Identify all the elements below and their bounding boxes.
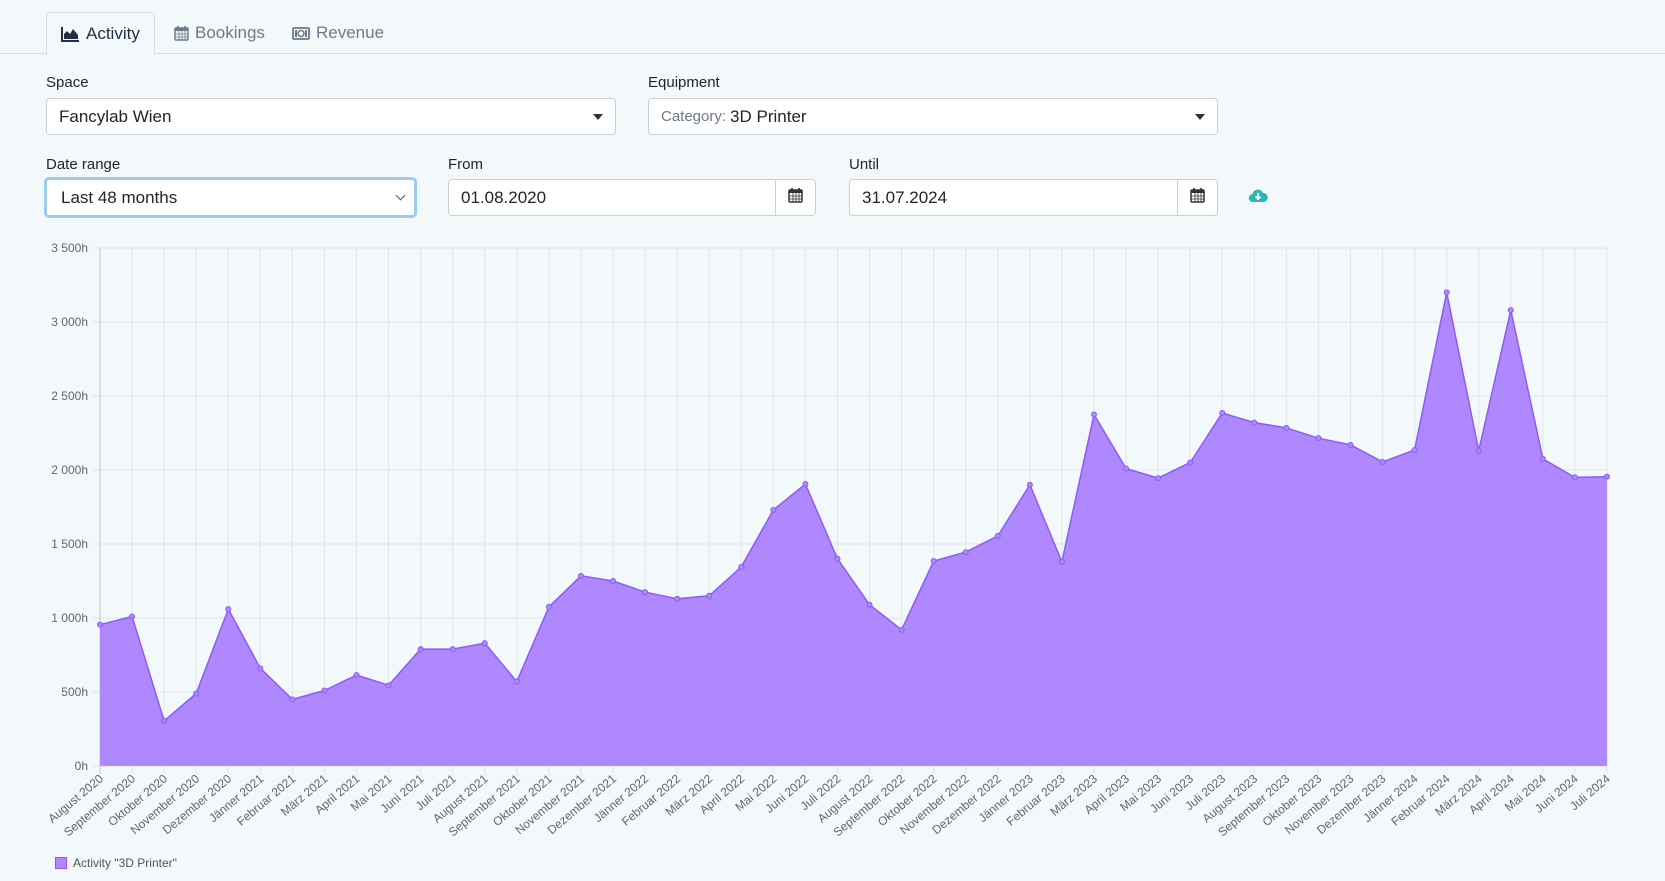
from-calendar-button[interactable] (775, 180, 815, 215)
chart-legend[interactable]: Activity "3D Printer" (55, 856, 177, 870)
tab-label: Activity (86, 23, 140, 43)
data-point (642, 589, 649, 596)
date-range-value: Last 48 months (61, 187, 178, 207)
until-date-input[interactable]: 31.07.2024 (850, 180, 1177, 215)
data-point (834, 555, 841, 562)
area-chart-icon (61, 26, 80, 42)
money-bill-icon (292, 26, 310, 40)
y-tick-label: 3 500h (51, 241, 88, 255)
data-point (674, 595, 681, 602)
y-tick-label: 0h (75, 759, 88, 773)
data-point (802, 481, 809, 488)
data-point (481, 640, 488, 647)
data-point (1058, 558, 1065, 565)
data-point (1539, 455, 1546, 462)
download-button[interactable] (1248, 188, 1268, 208)
data-point (1283, 424, 1290, 431)
space-select[interactable]: Fancylab Wien (46, 98, 616, 135)
caret-down-icon (593, 114, 603, 120)
data-point (1571, 474, 1578, 481)
caret-down-icon (1195, 114, 1205, 120)
data-point (898, 626, 905, 633)
data-point (1507, 307, 1514, 314)
until-label: Until (849, 156, 880, 173)
y-tick-label: 3 000h (51, 315, 88, 329)
data-point (1475, 447, 1482, 454)
data-point (1187, 459, 1194, 466)
data-point (417, 646, 424, 653)
x-axis: August 2020September 2020Oktober 2020Nov… (45, 771, 1613, 839)
equipment-select[interactable]: Category: 3D Printer (648, 98, 1218, 135)
data-point (1604, 473, 1610, 480)
data-point (225, 606, 232, 613)
data-point (577, 572, 584, 579)
data-point (1379, 458, 1386, 465)
tab-label: Bookings (195, 23, 265, 42)
data-point (1315, 435, 1322, 442)
y-tick-label: 2 000h (51, 463, 88, 477)
equipment-label: Equipment (648, 74, 720, 91)
y-tick-label: 2 500h (51, 389, 88, 403)
y-tick-label: 500h (61, 685, 88, 699)
data-point (866, 601, 873, 608)
y-tick-label: 1 500h (51, 537, 88, 551)
y-tick-label: 1 000h (51, 611, 88, 625)
until-calendar-button[interactable] (1177, 180, 1217, 215)
data-point (1443, 289, 1450, 296)
data-point (289, 696, 296, 703)
data-point (545, 603, 552, 610)
data-point (1219, 410, 1226, 417)
tab-bar: Activity Bookings Revenue (0, 0, 1665, 55)
y-axis: 0h 500h 1 000h 1 500h 2 000h 2 500h 3 000h 3 50… (51, 241, 88, 773)
from-label: From (448, 156, 483, 173)
data-point (1251, 419, 1258, 426)
data-point (1123, 465, 1130, 472)
data-point (193, 690, 200, 697)
tab-revenue[interactable]: Revenue (278, 12, 398, 54)
data-point (321, 687, 328, 694)
calendar-icon (174, 25, 189, 41)
data-point (1090, 411, 1097, 418)
space-value: Fancylab Wien (59, 106, 172, 126)
data-point (1026, 481, 1033, 488)
date-range-select[interactable]: Last 48 months (44, 177, 417, 218)
data-point (770, 506, 777, 513)
data-point (930, 558, 937, 565)
data-point (962, 549, 969, 556)
legend-swatch (55, 857, 67, 869)
legend-label: Activity "3D Printer" (73, 856, 177, 870)
chevron-down-icon (395, 190, 406, 201)
tab-label: Revenue (316, 23, 385, 42)
from-date-input[interactable]: 01.08.2020 (449, 180, 775, 215)
equipment-prefix: Category: (661, 108, 727, 125)
calendar-icon (1190, 187, 1205, 208)
data-point (449, 646, 456, 653)
space-label: Space (46, 74, 89, 91)
data-point (97, 621, 103, 628)
data-point (1347, 441, 1354, 448)
data-point (353, 671, 360, 678)
data-point (257, 665, 264, 672)
equipment-value: 3D Printer (730, 106, 807, 126)
tab-activity[interactable]: Activity (46, 12, 155, 55)
tab-bookings[interactable]: Bookings (160, 12, 279, 54)
data-point (513, 678, 520, 685)
data-point (706, 592, 713, 599)
data-point (738, 563, 745, 570)
series-area (100, 292, 1607, 766)
activity-chart: 0h 500h 1 000h 1 500h 2 000h 2 500h 3 000h 3 50… (45, 241, 1613, 839)
data-point (385, 682, 392, 689)
data-point (994, 532, 1001, 539)
until-date-group: 31.07.2024 (849, 179, 1218, 216)
cloud-download-icon (1248, 189, 1268, 207)
from-date-group: 01.08.2020 (448, 179, 816, 216)
date-range-label: Date range (46, 156, 121, 173)
calendar-icon (788, 187, 803, 208)
data-point (129, 613, 136, 620)
data-point (1155, 475, 1162, 482)
data-point (1411, 447, 1418, 454)
data-point (161, 717, 168, 724)
data-point (610, 578, 617, 584)
